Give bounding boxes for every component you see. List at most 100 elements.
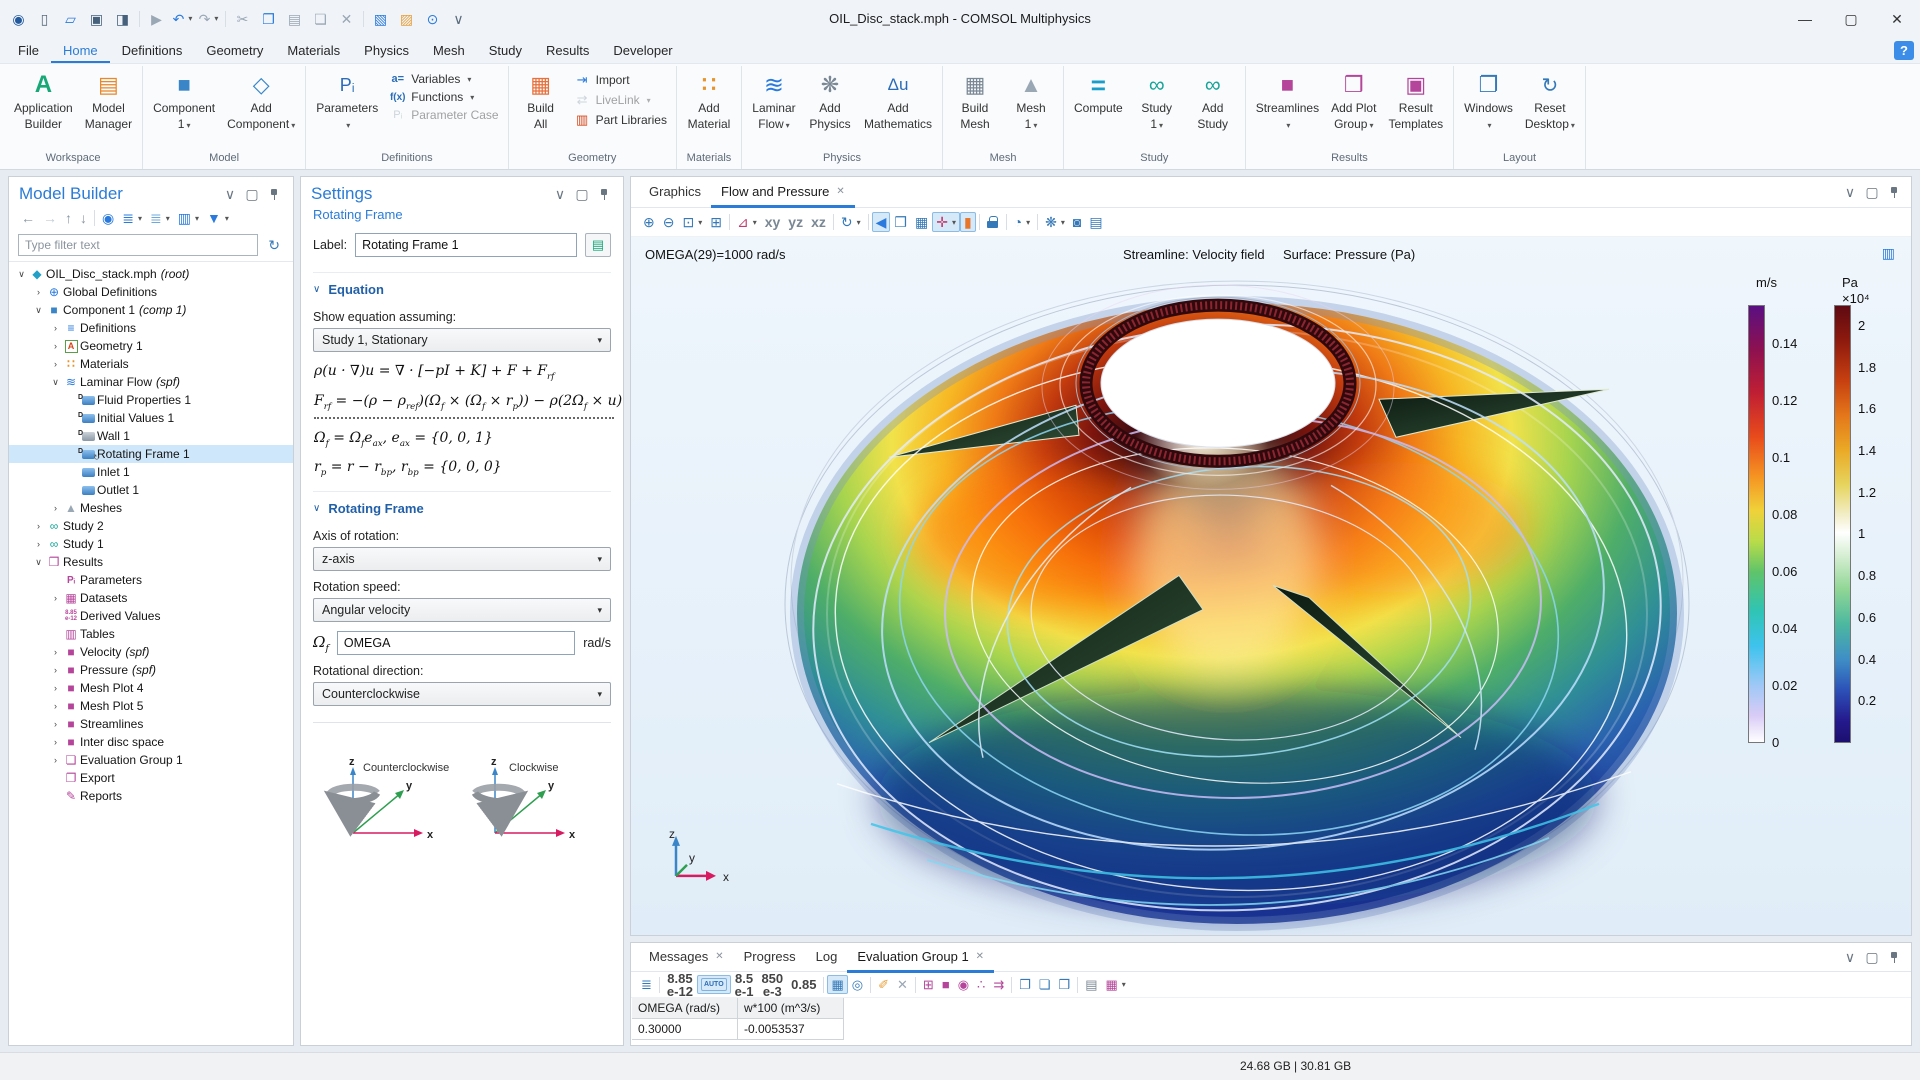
ribbon-button-parameters[interactable]: PᵢParameters▾ [311, 67, 383, 132]
minimize-icon[interactable]: — [1782, 0, 1828, 37]
graphics-tab-graphics[interactable]: Graphics [639, 177, 711, 208]
paste-icon[interactable]: ▤ [282, 6, 307, 32]
snapshot-icon[interactable]: ◙ [1069, 212, 1085, 232]
lock-icon[interactable] [983, 213, 1003, 232]
compact-notation-icon[interactable]: 850e-3 [757, 969, 787, 1001]
close-tab-icon[interactable]: ✕ [976, 951, 984, 962]
ribbon-button-mesh[interactable]: ▲Mesh1▾ [1004, 67, 1058, 132]
select-box-icon[interactable]: ▧ [368, 6, 393, 32]
customize-quick-access-icon[interactable]: ∨ [446, 6, 471, 32]
equation-study-select[interactable]: Study 1, Stationary▾ [313, 328, 611, 352]
delete-icon[interactable]: ✕ [334, 6, 359, 32]
float-icon[interactable]: ▢ [1863, 184, 1881, 200]
tree-expander-icon[interactable]: › [32, 539, 45, 549]
forward-icon[interactable]: → [39, 208, 61, 228]
pin-icon[interactable] [265, 186, 283, 202]
graphics-tab-flow-and-pressure[interactable]: Flow and Pressure✕ [711, 177, 855, 208]
cut-icon[interactable]: ✂ [230, 6, 255, 32]
tree-node-wall-1[interactable]: Wall 1 [9, 427, 293, 445]
ribbon-button-result-templates[interactable]: ▣ResultTemplates [1383, 67, 1448, 132]
ribbon-button-build-all[interactable]: ▦BuildAll [514, 67, 568, 132]
table-cell[interactable]: 0.30000 [632, 1019, 738, 1040]
go-to-default-view-icon[interactable]: ⊿▾ [733, 212, 761, 232]
ribbon-button-component[interactable]: ■Component1▾ [148, 67, 220, 132]
ribbon-button-study[interactable]: ∞Study1▾ [1130, 67, 1184, 132]
clear-table-icon[interactable]: ✐ [874, 975, 893, 994]
zoom-box-icon[interactable]: ⊡▾ [678, 212, 706, 232]
undo-icon[interactable]: ↶▾ [170, 6, 195, 32]
ribbon-button-add-mathematics[interactable]: ΔuAddMathematics [859, 67, 937, 132]
tree-expander-icon[interactable]: ∨ [32, 305, 45, 316]
tree-expander-icon[interactable]: › [49, 359, 62, 369]
move-down-icon[interactable]: ↓ [76, 208, 91, 228]
duplicate-icon[interactable]: ❏ [308, 6, 333, 32]
ribbon-button-laminar-flow[interactable]: ≋LaminarFlow▾ [747, 67, 801, 132]
tree-node-tables[interactable]: ▥Tables [9, 625, 293, 643]
transparency-icon[interactable]: ❒ [890, 212, 911, 232]
show-icon[interactable]: ◉ [98, 208, 118, 228]
tree-node-oil-disc-stack-mph[interactable]: ∨◆OIL_Disc_stack.mph(root) [9, 265, 293, 283]
ribbon-button-windows[interactable]: ❐Windows▾ [1459, 67, 1518, 132]
menu-study[interactable]: Study [477, 39, 534, 63]
full-view-icon[interactable]: ◎ [848, 975, 867, 994]
axes-indicator-icon[interactable]: ✛▾ [932, 212, 960, 232]
save-icon[interactable]: ▣ [84, 6, 109, 32]
ribbon-button-add-component[interactable]: ◇AddComponent▾ [222, 67, 300, 132]
table-header-cell[interactable]: w*100 (m^3/s) [738, 998, 844, 1019]
ribbon-button-model-manager[interactable]: ▤ModelManager [80, 67, 137, 132]
zoom-out-icon[interactable]: ⊖ [659, 212, 679, 232]
tree-node-parameters[interactable]: PᵢParameters [9, 571, 293, 589]
tree-node-evaluation-group-1[interactable]: ›❏Evaluation Group 1 [9, 751, 293, 769]
scatter-icon[interactable]: ∴ [973, 975, 989, 994]
decimal-notation-icon[interactable]: 0.85 [787, 975, 820, 994]
ribbon-button-reset-desktop[interactable]: ↻ResetDesktop▾ [1520, 67, 1580, 132]
table-cell[interactable]: -0.0053537 [738, 1019, 844, 1040]
tree-node-results[interactable]: ∨❒Results [9, 553, 293, 571]
tree-node-datasets[interactable]: ›▦Datasets [9, 589, 293, 607]
collapse-all-icon[interactable]: ≣▾ [146, 208, 174, 228]
move-rows-icon[interactable]: ⇉ [989, 975, 1008, 994]
open-file-icon[interactable]: ▱ [58, 6, 83, 32]
tree-node-export[interactable]: ❐Export [9, 769, 293, 787]
engineering-notation-icon[interactable]: 8.5e-1 [731, 969, 758, 1001]
new-file-icon[interactable]: ▯ [32, 6, 57, 32]
ribbon-button-add-physics[interactable]: ❋AddPhysics [803, 67, 857, 132]
tree-node-pressure[interactable]: ›■Pressure(spf) [9, 661, 293, 679]
tree-node-component-1[interactable]: ∨■Component 1(comp 1) [9, 301, 293, 319]
rotation-speed-select[interactable]: Angular velocity▾ [313, 598, 611, 622]
chevron-down-icon[interactable]: ∨ [551, 186, 569, 202]
tree-expander-icon[interactable]: › [49, 719, 62, 729]
tree-node-mesh-plot-4[interactable]: ›■Mesh Plot 4 [9, 679, 293, 697]
tree-node-global-definitions[interactable]: ›⊕Global Definitions [9, 283, 293, 301]
menu-definitions[interactable]: Definitions [110, 39, 195, 63]
menu-geometry[interactable]: Geometry [194, 39, 275, 63]
ribbon-button-livelink[interactable]: ⇄LiveLink▾ [570, 92, 671, 108]
zoom-extents-icon[interactable]: ⊞ [706, 212, 726, 232]
scene-light-icon[interactable]: ❋▾ [1041, 212, 1069, 232]
tree-expander-icon[interactable]: › [49, 701, 62, 711]
ribbon-button-build-mesh[interactable]: ▦BuildMesh [948, 67, 1002, 132]
tree-node-study-2[interactable]: ›∞Study 2 [9, 517, 293, 535]
graphics-viewport[interactable]: OMEGA(29)=1000 rad/s Streamline: Velocit… [631, 237, 1911, 935]
ribbon-button-variables[interactable]: a=Variables▾ [385, 72, 502, 86]
equation-section-header[interactable]: ∨ Equation [313, 272, 611, 297]
tree-node-fluid-properties-1[interactable]: Fluid Properties 1 [9, 391, 293, 409]
ribbon-button-compute[interactable]: =Compute [1069, 67, 1128, 117]
close-tab-icon[interactable]: ✕ [836, 186, 844, 197]
tree-node-meshes[interactable]: ›▲Meshes [9, 499, 293, 517]
view-xy-icon[interactable]: xy [761, 212, 785, 232]
print-icon[interactable]: ▤ [1085, 212, 1106, 232]
refresh-icon[interactable]: ↻ [264, 235, 284, 255]
chevron-down-icon[interactable]: ∨ [1841, 949, 1859, 965]
ribbon-button-add-plot-group[interactable]: ❒Add PlotGroup▾ [1326, 67, 1381, 132]
filter-icon[interactable]: ▼▾ [203, 208, 233, 228]
grid-icon[interactable]: ▦ [911, 212, 932, 232]
save-as-icon[interactable]: ◨ [110, 6, 135, 32]
bottom-tab-progress[interactable]: Progress [734, 942, 806, 973]
axis-of-rotation-select[interactable]: z-axis▾ [313, 547, 611, 571]
ribbon-button-import[interactable]: ⇥Import [570, 72, 671, 88]
rotating-frame-section-header[interactable]: ∨ Rotating Frame [313, 491, 611, 516]
tree-node-velocity[interactable]: ›■Velocity(spf) [9, 643, 293, 661]
tree-node-laminar-flow[interactable]: ∨≋Laminar Flow(spf) [9, 373, 293, 391]
tree-expander-icon[interactable]: ∨ [15, 269, 28, 280]
